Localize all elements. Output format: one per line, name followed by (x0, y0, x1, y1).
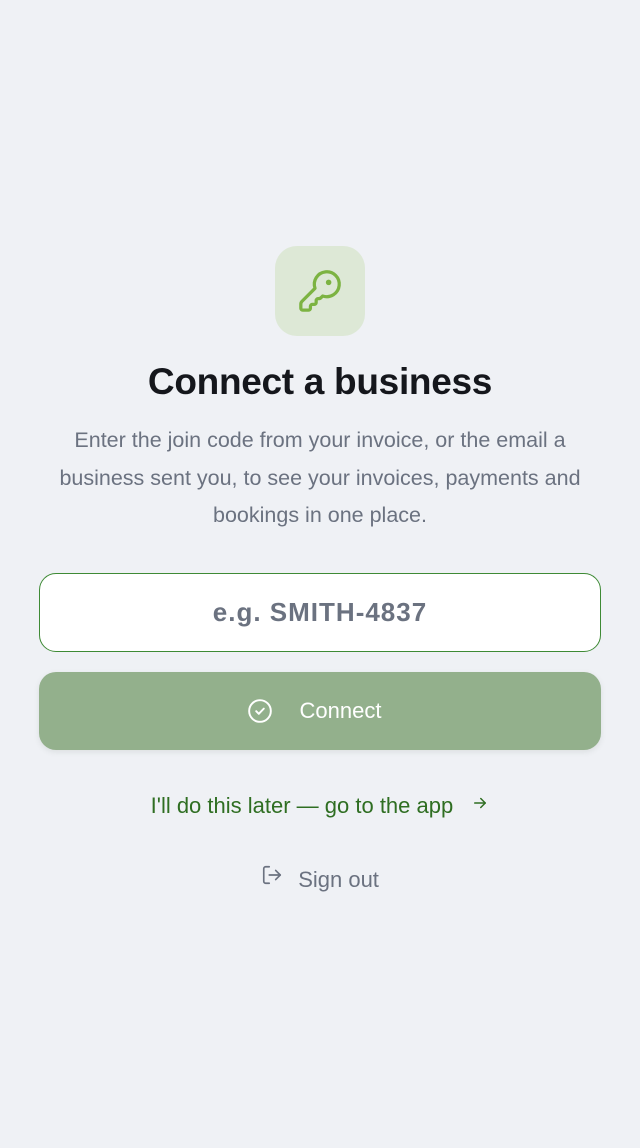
skip-to-app-link[interactable]: I'll do this later — go to the app (0, 790, 640, 823)
skip-to-app-label: I'll do this later — go to the app (150, 793, 454, 818)
key-icon-tile (275, 246, 365, 336)
arrow-right-icon (471, 789, 489, 821)
sign-out-link[interactable]: Sign out (0, 864, 640, 897)
page-title: Connect a business (147, 361, 493, 402)
join-code-input[interactable] (39, 573, 601, 652)
page-subtitle: Enter the join code from your invoice, o… (59, 428, 581, 527)
sign-out-label: Sign out (298, 867, 379, 892)
check-circle-icon (247, 698, 273, 724)
sign-out-icon (261, 863, 283, 895)
connect-button[interactable]: Connect (39, 672, 601, 750)
key-icon (297, 268, 343, 314)
connect-button-label: Connect (299, 698, 382, 723)
connect-business-screen: Connect a business Enter the join code f… (0, 0, 640, 1148)
